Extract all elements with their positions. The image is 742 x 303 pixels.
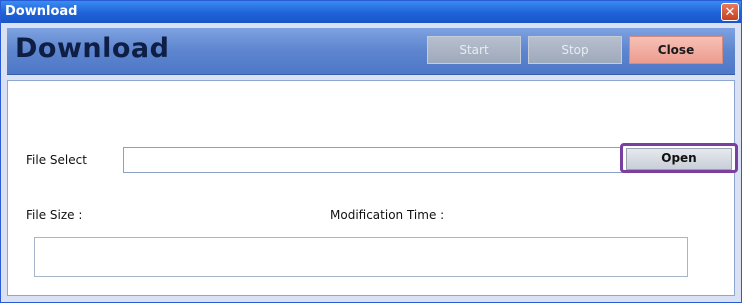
open-button-highlight: Open — [620, 143, 738, 173]
header-title: Download — [15, 33, 170, 64]
window-titlebar[interactable]: Download ✕ — [1, 1, 741, 23]
file-info-box — [34, 237, 688, 277]
close-button[interactable]: Close — [629, 36, 723, 64]
window-close-icon[interactable]: ✕ — [721, 3, 739, 21]
download-window: Download ✕ Download Start Stop Close Fil… — [0, 0, 742, 303]
content-area: File Select Open File Size : Modificatio… — [7, 80, 738, 296]
file-size-label: File Size : — [26, 208, 83, 222]
modification-time-label: Modification Time : — [330, 208, 445, 222]
file-select-label: File Select — [26, 153, 87, 167]
open-button[interactable]: Open — [626, 148, 732, 170]
start-button[interactable]: Start — [427, 36, 521, 64]
header-bar: Download Start Stop Close — [7, 28, 735, 75]
main-panel: Download Start Stop Close File Select Op… — [1, 23, 741, 302]
stop-button[interactable]: Stop — [528, 36, 622, 64]
window-title: Download — [5, 4, 78, 19]
